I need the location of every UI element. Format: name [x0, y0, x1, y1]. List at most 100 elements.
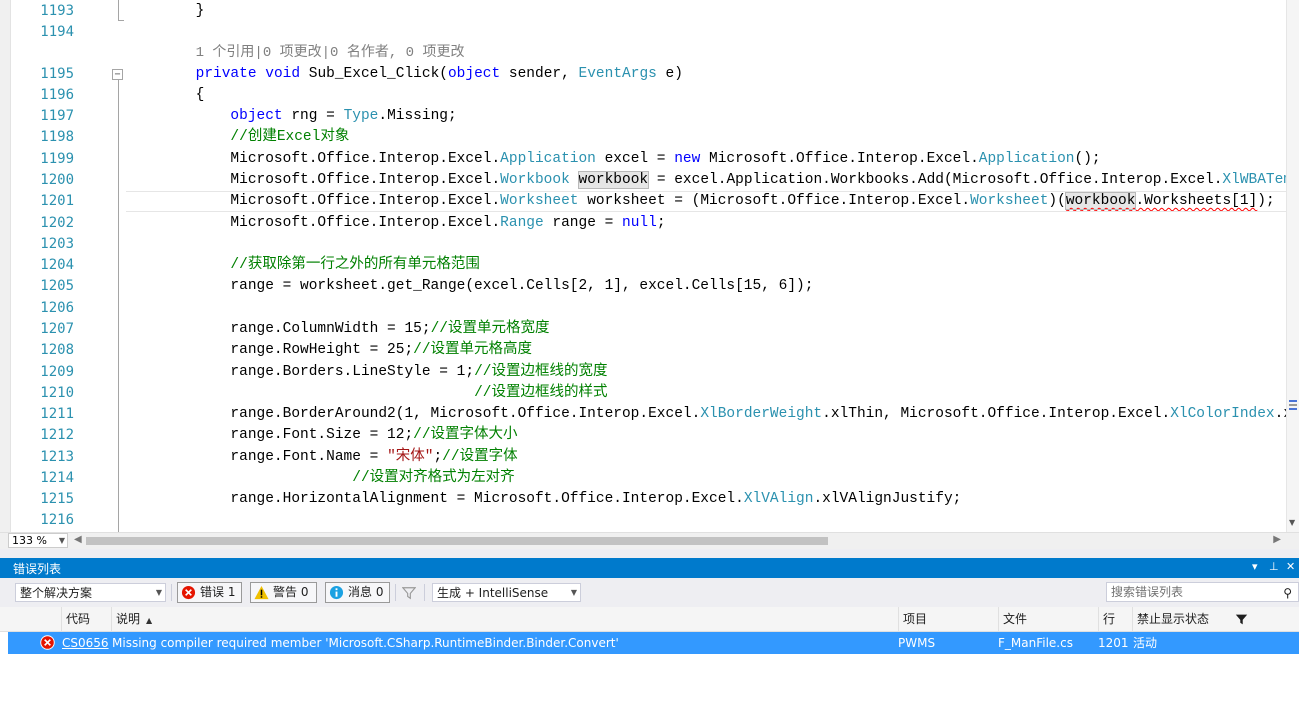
toolbar-separator	[395, 584, 396, 601]
error-state: 活动	[1133, 636, 1158, 650]
code-line: private void Sub_Excel_Click(object send…	[195, 66, 683, 82]
line-number-gutter: 1193 1194 1195 1196 1197 1198 1199 1200 …	[10, 0, 76, 532]
line-number: 1212	[40, 427, 74, 443]
chevron-down-icon: ▼	[155, 588, 162, 597]
line-number: 1213	[40, 449, 74, 465]
code-line: range.Borders.LineStyle = 1;//设置边框线的宽度	[230, 364, 608, 380]
line-number: 1207	[40, 321, 74, 337]
line-number: 1210	[40, 385, 74, 401]
code-line: {	[195, 87, 205, 103]
line-number: 1199	[40, 151, 74, 167]
errors-filter-button[interactable]: 错误 1	[177, 582, 242, 603]
code-editor[interactable]: 1193 1194 1195 1196 1197 1198 1199 1200 …	[0, 0, 1299, 532]
code-line: //获取除第一行之外的所有单元格范围	[230, 257, 480, 273]
error-list-rows: CS0656 Missing compiler required member …	[0, 632, 1299, 710]
line-number: 1198	[40, 129, 74, 145]
toolbar-separator	[171, 584, 172, 601]
line-number: 1195	[40, 66, 74, 82]
column-header-line[interactable]: 行	[1098, 607, 1132, 631]
chevron-down-icon: ▼	[58, 536, 65, 545]
line-number: 1194	[40, 24, 74, 40]
panel-title: 错误列表	[13, 562, 62, 576]
code-line: range.ColumnWidth = 15;//设置单元格宽度	[230, 321, 550, 337]
code-line-current: Microsoft.Office.Interop.Excel.Worksheet…	[126, 191, 1287, 212]
code-text-area[interactable]: } 1 个引用|0 项更改|0 名作者, 0 项更改 private void …	[126, 0, 1287, 532]
error-list-header: 代码 说明 ▲ 项目 文件 行 禁止显示状态	[0, 607, 1299, 632]
code-line: range.RowHeight = 25;//设置单元格高度	[230, 342, 533, 358]
error-list-toolbar: 整个解决方案 ▼ 错误 1 警告 0 消息 0 生成 + IntelliSense…	[0, 578, 1299, 607]
line-number: 1201	[40, 193, 74, 209]
error-file: F_ManFile.cs	[998, 636, 1073, 650]
line-number: 1193	[40, 3, 74, 19]
line-number: 1204	[40, 257, 74, 273]
line-number: 1202	[40, 215, 74, 231]
column-filter-icon[interactable]	[1235, 613, 1248, 626]
scroll-marker	[1289, 400, 1297, 402]
line-number: 1208	[40, 342, 74, 358]
vertical-scrollbar[interactable]: ▼	[1286, 0, 1299, 532]
window-position-icon[interactable]: ▾	[1252, 560, 1258, 573]
toolbar-separator	[424, 584, 425, 601]
zoom-combo[interactable]: 133 % ▼	[8, 533, 68, 548]
line-number: 1215	[40, 491, 74, 507]
code-line: }	[195, 3, 205, 19]
error-project: PWMS	[898, 636, 936, 650]
line-number: 1196	[40, 87, 74, 103]
error-description: Missing compiler required member 'Micros…	[112, 636, 619, 650]
scroll-left-icon[interactable]: ◀	[74, 534, 82, 545]
line-number: 1209	[40, 364, 74, 380]
column-header-file[interactable]: 文件	[998, 607, 1098, 631]
info-icon	[329, 585, 344, 600]
code-line: Microsoft.Office.Interop.Excel.Workbook …	[230, 171, 1287, 189]
horizontal-scroll-thumb[interactable]	[86, 537, 828, 545]
outlining-margin: −	[108, 0, 128, 532]
search-input[interactable]: 搜索错误列表 ⚲	[1106, 582, 1299, 602]
scroll-right-icon[interactable]: ▶	[1273, 534, 1281, 545]
build-source-dropdown[interactable]: 生成 + IntelliSense ▼	[432, 583, 581, 602]
line-number: 1203	[40, 236, 74, 252]
code-line: //创建Excel对象	[230, 129, 350, 145]
panel-splitter[interactable]	[0, 549, 1299, 558]
error-icon	[181, 585, 196, 600]
warnings-filter-button[interactable]: 警告 0	[250, 582, 317, 603]
codelens-text[interactable]: 1 个引用|0 项更改|0 名作者, 0 项更改	[196, 45, 465, 61]
code-line: //设置边框线的样式	[474, 385, 608, 401]
collapse-toggle[interactable]: −	[112, 69, 123, 80]
filter-icon[interactable]	[402, 586, 416, 600]
column-header-project[interactable]: 项目	[898, 607, 998, 631]
scroll-marker	[1289, 404, 1297, 406]
error-line: 1201	[1098, 636, 1129, 650]
line-number: 1200	[40, 172, 74, 188]
table-row[interactable]: CS0656 Missing compiler required member …	[8, 632, 1299, 654]
column-header-code[interactable]: 代码	[61, 607, 111, 631]
messages-filter-button[interactable]: 消息 0	[325, 582, 390, 603]
pin-icon[interactable]: ⊥	[1269, 560, 1279, 573]
warning-icon	[254, 585, 269, 600]
sort-ascending-icon: ▲	[146, 616, 153, 625]
scope-dropdown[interactable]: 整个解决方案 ▼	[15, 583, 166, 602]
code-line: range = worksheet.get_Range(excel.Cells[…	[230, 278, 814, 294]
line-number: 1216	[40, 512, 74, 528]
code-line: Microsoft.Office.Interop.Excel.Applicati…	[230, 151, 1101, 167]
codelens[interactable]: 1 个引用|0 项更改|0 名作者, 0 项更改	[126, 43, 1287, 64]
chevron-down-icon: ▼	[570, 588, 577, 597]
scroll-marker	[1289, 408, 1297, 410]
line-number: 1211	[40, 406, 74, 422]
error-code-link[interactable]: CS0656	[62, 636, 109, 650]
error-icon	[40, 635, 55, 650]
error-list-titlebar[interactable]: 错误列表 ▾ ⊥ ✕	[0, 558, 1299, 578]
code-line: object rng = Type.Missing;	[230, 108, 457, 124]
column-header-description[interactable]: 说明 ▲	[111, 607, 898, 631]
search-icon[interactable]: ⚲	[1283, 584, 1292, 602]
code-line: Microsoft.Office.Interop.Excel.Range ran…	[230, 215, 666, 231]
code-line: range.Font.Name = "宋体";//设置字体	[230, 449, 518, 465]
code-line: range.BorderAround2(1, Microsoft.Office.…	[230, 406, 1287, 422]
scroll-down-icon[interactable]: ▼	[1289, 518, 1295, 527]
code-line: range.Font.Size = 12;//设置字体大小	[230, 427, 518, 443]
editor-bottom-bar: 133 % ▼ ◀ ▶	[0, 532, 1299, 549]
close-icon[interactable]: ✕	[1286, 560, 1295, 573]
error-squiggle[interactable]: workbook.Worksheets[1]	[1064, 192, 1257, 210]
line-number: 1214	[40, 470, 74, 486]
line-number: 1206	[40, 300, 74, 316]
reference-highlight: workbook	[577, 171, 650, 189]
